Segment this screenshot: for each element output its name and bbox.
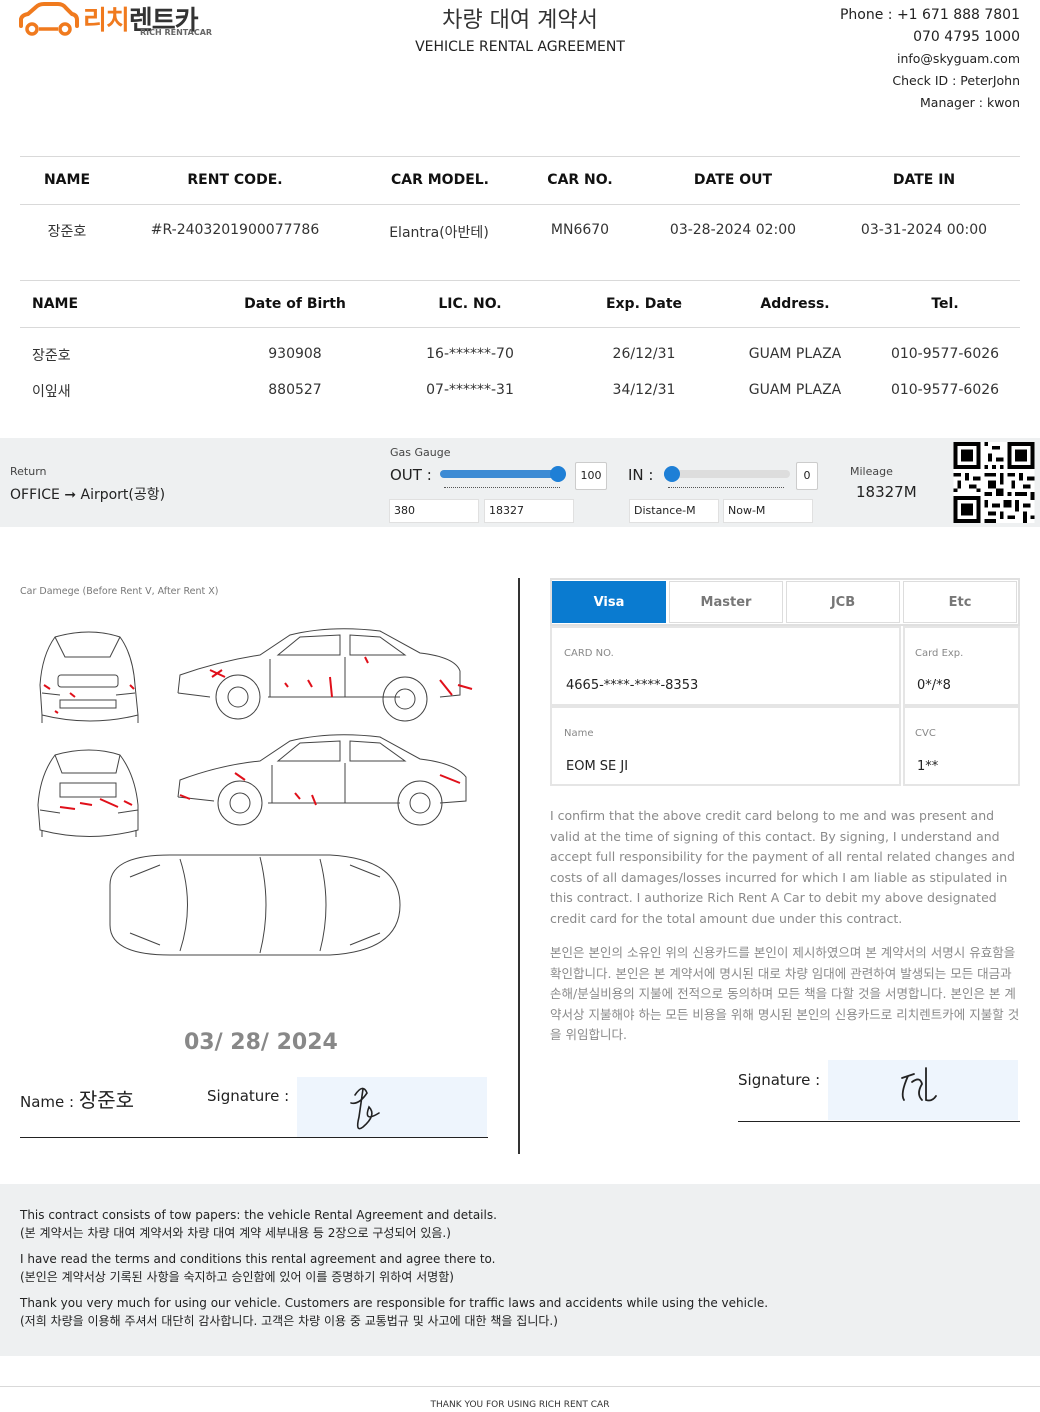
card-name-field[interactable]: Name EOM SE JI xyxy=(550,706,901,786)
name-label: Name : 장준호 xyxy=(20,1088,135,1112)
card-exp-field[interactable]: Card Exp. 0*/*8 xyxy=(903,626,1020,706)
notice-line: (본 계약서는 차량 대여 계약서와 차량 대여 계약 세부내용 등 2장으로 … xyxy=(20,1226,451,1240)
tab-visa[interactable]: Visa xyxy=(552,581,666,623)
check-id: Check ID : PeterJohn xyxy=(892,73,1020,88)
col-header-license: LIC. NO. xyxy=(438,296,502,312)
notice-line: (저희 차량을 이용해 주셔서 대단히 감사합니다. 고객은 차량 이용 중 교… xyxy=(20,1314,558,1328)
footer-thanks: THANK YOU FOR USING RICH RENT CAR xyxy=(430,1400,610,1410)
in-distance-field[interactable]: Distance-M xyxy=(629,499,719,523)
card-number-value: 4665-****-****-8353 xyxy=(566,678,699,693)
notice-line: (본인은 계약서상 기록된 사항을 숙지하고 승인함에 있어 이를 증명하기 위… xyxy=(20,1270,454,1284)
tab-jcb[interactable]: JCB xyxy=(786,581,900,623)
return-label: Return xyxy=(10,465,47,478)
phone-number-2: 070 4795 1000 xyxy=(913,29,1020,45)
car-front-view xyxy=(39,631,139,723)
gas-in-slider[interactable] xyxy=(664,466,790,500)
notice-line: Thank you very much for using our vehicl… xyxy=(20,1296,769,1310)
car-model: Elantra(아반테) xyxy=(389,225,489,241)
gas-gauge-label: Gas Gauge xyxy=(390,446,451,459)
gas-in-value: 0 xyxy=(796,462,818,490)
signature-label: Signature : xyxy=(207,1087,290,1105)
mileage-label: Mileage xyxy=(850,465,893,478)
divider xyxy=(20,156,1020,157)
damage-caption: Car Damege (Before Rent V, After Rent X) xyxy=(20,586,219,597)
card-exp-value: 0*/*8 xyxy=(917,678,951,693)
car-number: MN6670 xyxy=(550,222,610,238)
car-side-view-2 xyxy=(177,734,467,826)
manager: Manager : kwon xyxy=(920,95,1020,110)
terms-notice: This contract consists of tow papers: th… xyxy=(0,1184,1040,1356)
card-signature-box[interactable] xyxy=(828,1060,1018,1120)
contract-date: 03/ 28/ 2024 xyxy=(184,1030,338,1055)
card-name-value: EOM SE JI xyxy=(566,759,629,774)
col-header-tel: Tel. xyxy=(931,296,959,312)
signer-name: 장준호 xyxy=(78,1088,135,1112)
card-cvc-value: 1** xyxy=(917,759,939,774)
gas-in-label: IN : xyxy=(628,466,654,484)
card-number-field[interactable]: CARD NO. 4665-****-****-8353 xyxy=(550,626,901,706)
col-header-car-model: CAR MODEL. xyxy=(390,172,490,188)
col-header-date-in: DATE IN xyxy=(892,172,956,188)
slider-thumb[interactable] xyxy=(664,466,680,482)
col-header-exp-date: Exp. Date xyxy=(605,296,683,312)
date-in: 03-31-2024 00:00 xyxy=(860,222,988,238)
signature-box[interactable] xyxy=(297,1077,487,1137)
email: info@skyguam.com xyxy=(896,51,1020,66)
col-header-address: Address. xyxy=(760,296,830,312)
col-header-date-out: DATE OUT xyxy=(693,172,773,188)
col-header-name: NAME xyxy=(43,172,91,188)
in-mileage-field[interactable]: Now-M xyxy=(723,499,813,523)
notice-line: This contract consists of tow papers: th… xyxy=(20,1208,497,1222)
tab-etc[interactable]: Etc xyxy=(903,581,1017,623)
rent-code: #R-2403201900077786 xyxy=(150,222,320,238)
out-mileage-field[interactable]: 18327 xyxy=(484,499,574,523)
out-distance-field[interactable]: 380 xyxy=(389,499,479,523)
col-header-rent-code: RENT CODE. xyxy=(187,172,283,188)
tab-master[interactable]: Master xyxy=(669,581,783,623)
consent-english: I confirm that the above credit card bel… xyxy=(550,808,1015,926)
date-out: 03-28-2024 02:00 xyxy=(669,222,797,238)
handwritten-signature xyxy=(350,1087,380,1130)
car-top-view xyxy=(109,854,401,956)
col-header-name: NAME xyxy=(32,296,79,312)
slider-thumb[interactable] xyxy=(550,466,566,482)
renter-name: 장준호 xyxy=(47,224,87,240)
car-rear-view xyxy=(37,749,139,837)
car-damage-diagram[interactable] xyxy=(20,615,500,1035)
qr-code-icon xyxy=(953,442,1035,523)
notice-line: I have read the terms and conditions thi… xyxy=(20,1252,496,1266)
card-signature-label: Signature : xyxy=(738,1071,821,1089)
phone-number: Phone : +1 671 888 7801 xyxy=(839,7,1020,23)
gas-out-slider[interactable] xyxy=(440,466,566,500)
col-header-car-no: CAR NO. xyxy=(547,172,613,188)
col-header-dob: Date of Birth xyxy=(244,296,346,312)
return-gauge-band: Return OFFICE ➞ Airport(공항) Gas Gauge OU… xyxy=(0,438,1040,527)
return-route: OFFICE ➞ Airport(공항) xyxy=(10,487,166,503)
contact-block: Phone : +1 671 888 7801 070 4795 1000 in… xyxy=(840,4,1020,114)
handwritten-signature xyxy=(901,1067,937,1102)
consent-korean: 본인은 본인의 소유인 위의 신용카드를 본인이 제시하였으며 본 계약서의 서… xyxy=(550,945,1020,1042)
gas-out-label: OUT : xyxy=(390,466,432,484)
mileage-value: 18327M xyxy=(856,483,917,501)
card-cvc-field[interactable]: CVC 1** xyxy=(903,706,1020,786)
panel-divider xyxy=(518,578,520,1154)
gas-out-value: 100 xyxy=(575,462,607,490)
